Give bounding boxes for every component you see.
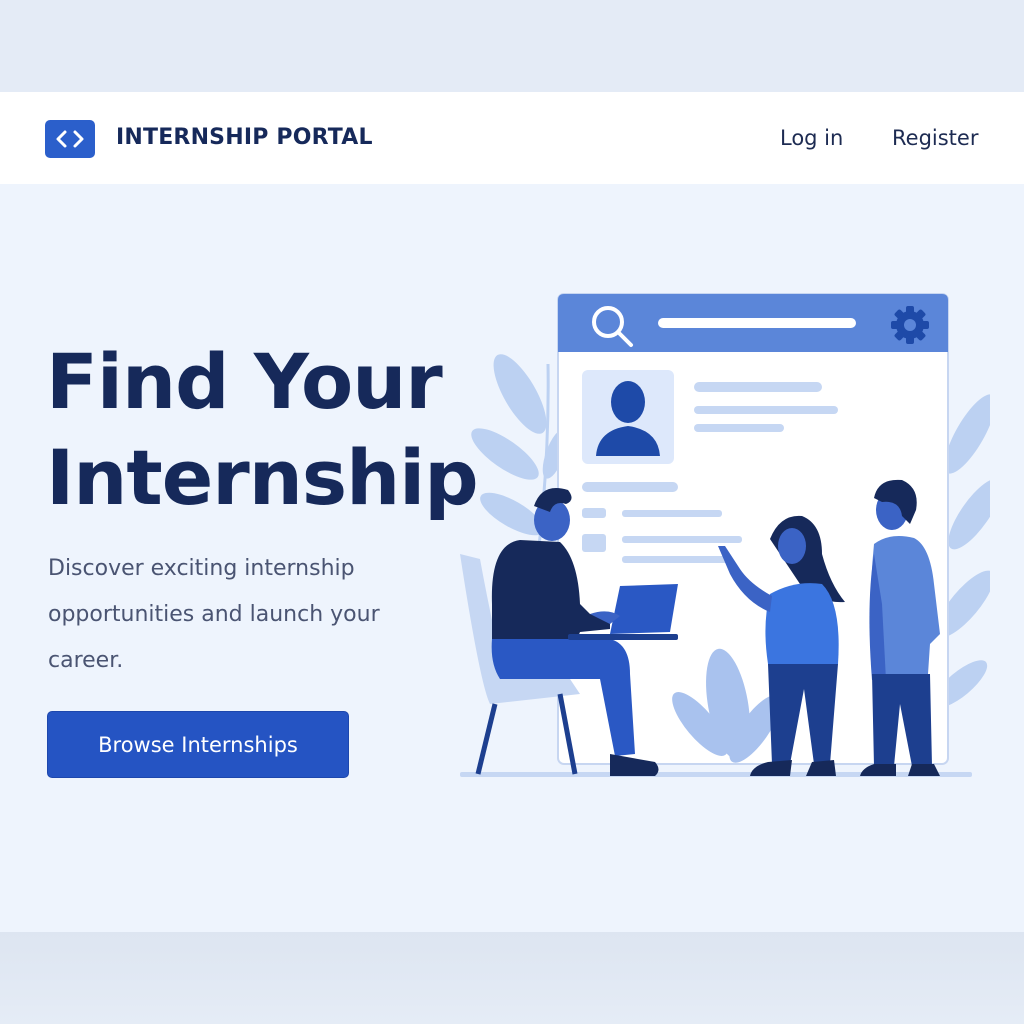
top-band — [0, 0, 1024, 92]
hero-illustration — [460, 293, 990, 777]
register-link[interactable]: Register — [892, 92, 978, 184]
browse-internships-button[interactable]: Browse Internships — [47, 711, 349, 778]
hero-section: Find Your Internship Discover exciting i… — [0, 184, 1024, 932]
code-brackets-icon[interactable] — [45, 120, 95, 158]
brand-name[interactable]: INTERNSHIP PORTAL — [116, 92, 373, 184]
hero-title-line-1: Find Your — [46, 337, 443, 426]
hero-title-line-2: Internship — [46, 433, 479, 522]
hero-description: Discover exciting internship opportuniti… — [48, 556, 380, 673]
address-bar — [658, 318, 856, 328]
login-link[interactable]: Log in — [780, 92, 843, 184]
navbar: INTERNSHIP PORTAL Log in Register — [0, 92, 1024, 184]
hero-title: Find Your Internship — [46, 334, 486, 526]
bottom-band — [0, 932, 1024, 1024]
gear-icon — [891, 306, 929, 344]
